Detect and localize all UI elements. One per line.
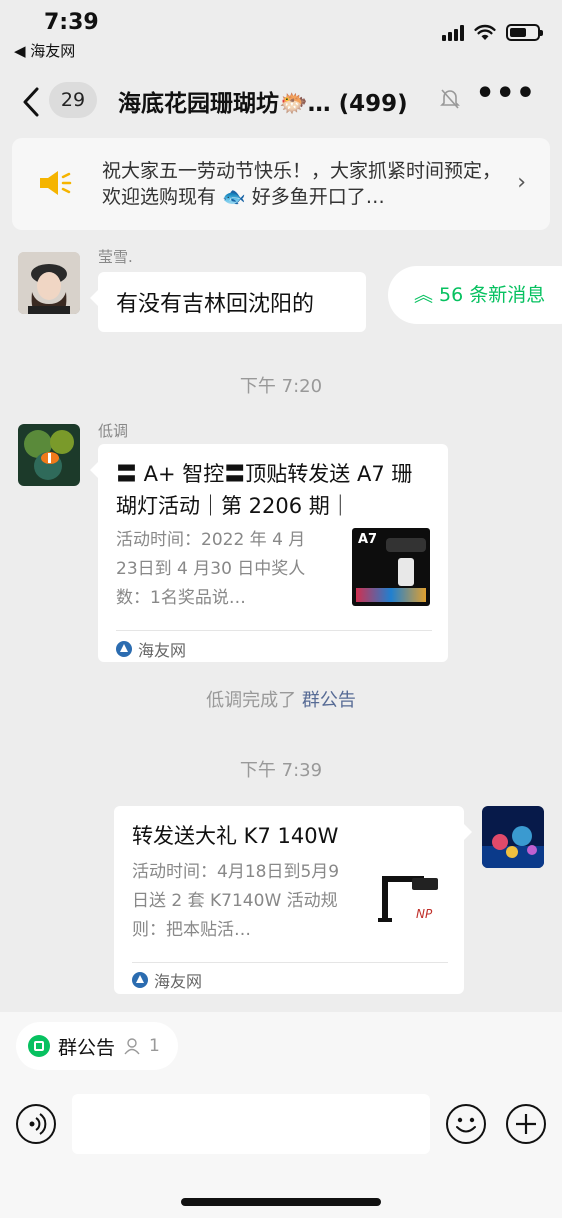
person-icon [124, 1038, 140, 1055]
message-text: 有没有吉林回沈阳的 [116, 292, 315, 317]
chat-header: 29 海底花园珊瑚坊🐡… (499) ••• [0, 72, 562, 128]
thumbnail-label: A7 [358, 532, 378, 547]
plus-icon[interactable] [506, 1104, 546, 1144]
group-notice-link[interactable]: 群公告 [302, 690, 356, 711]
group-notice-banner[interactable]: 祝大家五一劳动节快乐！，大家抓紧时间预定，欢迎选购现有 🐟 好多鱼开口了… › [12, 138, 550, 230]
card-title: 〓 A+ 智控〓顶贴转发送 A7 珊 瑚灯活动｜第 2206 期｜ [116, 462, 413, 518]
new-messages-button[interactable]: ︽ 56 条新消息 [388, 266, 562, 324]
card-description: 活动时间：4月18日到5月9日送 2 套 K7140W 活动规则：把本贴活… [132, 862, 340, 940]
card-source-label: 海友网 [154, 972, 203, 991]
unread-count-badge[interactable]: 29 [49, 82, 97, 118]
group-notice-chip[interactable]: 群公告 1 [16, 1022, 178, 1070]
source-logo-icon [116, 641, 132, 657]
more-icon[interactable]: ••• [475, 76, 536, 111]
notice-icon [28, 1035, 50, 1057]
battery-icon [506, 24, 543, 41]
card-description: 活动时间：2022 年 4 月23日到 4 月30 日中奖人数：1名奖品说… [116, 530, 306, 608]
source-logo-icon [132, 972, 148, 988]
card-source-label: 海友网 [138, 641, 187, 660]
link-card[interactable]: 转发送大礼 K7 140W 活动时间：4月18日到5月9日送 2 套 K7140… [114, 806, 472, 994]
card-source: 海友网 [132, 968, 202, 992]
message-input[interactable] [72, 1094, 430, 1154]
back-to-app-link[interactable]: ◀ 海友网 [14, 40, 75, 61]
card-thumbnail: NP [368, 862, 446, 940]
chevron-right-icon: › [517, 170, 526, 195]
status-bar: 7:39 ◀ 海友网 [0, 0, 562, 66]
card-title: 转发送大礼 K7 140W [132, 824, 339, 848]
svg-text:NP: NP [416, 907, 433, 921]
sender-name: 莹雪. [98, 248, 133, 266]
card-thumbnail: A7 [352, 528, 430, 606]
new-messages-label: 56 条新消息 [439, 284, 546, 306]
avatar[interactable] [18, 252, 80, 314]
home-indicator[interactable] [181, 1198, 381, 1206]
input-bar [0, 1094, 562, 1158]
chip-count: 1 [149, 1036, 160, 1056]
message-bubble[interactable]: 有没有吉林回沈阳的 [90, 272, 366, 332]
timestamp: 下午 7:20 [239, 376, 323, 397]
sender-name: 低调 [98, 422, 129, 440]
card-divider [116, 630, 432, 631]
status-icons [442, 24, 543, 41]
timestamp: 下午 7:39 [239, 760, 323, 781]
avatar[interactable] [482, 806, 544, 868]
notice-text: 祝大家五一劳动节快乐！，大家抓紧时间预定，欢迎选购现有 🐟 好多鱼开口了… [102, 160, 502, 208]
system-message-text: 低调完成了 [206, 690, 297, 711]
system-message: 低调完成了 群公告 [0, 686, 562, 712]
voice-icon[interactable] [16, 1104, 56, 1144]
wifi-icon [474, 24, 496, 40]
chevron-left-icon[interactable] [22, 86, 42, 120]
card-divider [132, 962, 448, 963]
megaphone-icon [40, 171, 72, 195]
bell-mute-icon [440, 89, 460, 109]
card-source: 海友网 [116, 637, 186, 661]
double-chevron-up-icon: ︽ [414, 284, 440, 306]
chat-title: 海底花园珊瑚坊🐡… (499) [118, 91, 408, 117]
avatar[interactable] [18, 424, 80, 486]
chip-label: 群公告 [58, 1036, 116, 1059]
cellular-signal-icon [442, 24, 464, 41]
status-time: 7:39 [44, 10, 99, 35]
link-card[interactable]: 〓 A+ 智控〓顶贴转发送 A7 珊 瑚灯活动｜第 2206 期｜ 活动时间：2… [90, 444, 448, 662]
emoji-icon[interactable] [446, 1104, 486, 1144]
